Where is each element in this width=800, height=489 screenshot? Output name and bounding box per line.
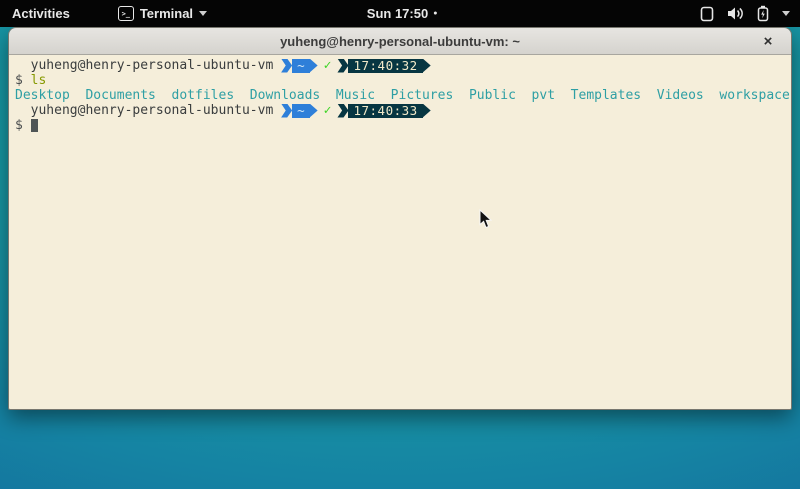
prompt-line-2: yuheng@henry-personal-ubuntu-vm ~ ✓ 17:4… [15, 103, 789, 118]
directory-name: Music [336, 88, 375, 103]
powerline-arrow-icon [310, 104, 318, 118]
text-cursor [31, 119, 38, 132]
clock-button[interactable]: Sun 17:50 ● [367, 0, 438, 27]
prompt-symbol: $ [15, 73, 31, 88]
notification-dot-icon: ● [433, 10, 437, 17]
directory-name: Public [469, 88, 516, 103]
prompt-time-segment: 17:40:32 [348, 59, 422, 73]
directory-name: Desktop [15, 88, 70, 103]
directory-name: workspace [719, 88, 789, 103]
topbar-left-section: Activities >_ Terminal [0, 0, 215, 27]
prompt-time-segment: 17:40:33 [348, 104, 422, 118]
app-menu-caret-icon [199, 11, 207, 16]
top-bar: Activities >_ Terminal Sun 17:50 ● [0, 0, 800, 27]
terminal-screen[interactable]: yuheng@henry-personal-ubuntu-vm ~ ✓ 17:4… [9, 55, 791, 409]
check-icon: ✓ [324, 58, 332, 73]
battery-charging-icon [757, 5, 769, 22]
directory-name: Pictures [391, 88, 454, 103]
check-icon: ✓ [324, 103, 332, 118]
system-menu-caret-icon [782, 11, 790, 16]
window-titlebar[interactable]: yuheng@henry-personal-ubuntu-vm: ~ × [9, 28, 791, 55]
app-menu-button[interactable]: >_ Terminal [110, 0, 215, 27]
directory-name: Templates [571, 88, 641, 103]
prompt-user-host: yuheng@henry-personal-ubuntu-vm [15, 103, 281, 118]
directory-name: Documents [85, 88, 155, 103]
powerline-arrow-icon [423, 59, 431, 73]
prompt-cwd-segment: ~ [292, 104, 310, 118]
prompt-user-host: yuheng@henry-personal-ubuntu-vm [15, 58, 281, 73]
powerline-arrow-icon [310, 59, 318, 73]
terminal-window: yuheng@henry-personal-ubuntu-vm: ~ × yuh… [8, 27, 792, 410]
powerline-arrow-icon [337, 59, 348, 73]
activities-button[interactable]: Activities [0, 0, 82, 27]
close-button[interactable]: × [759, 32, 777, 50]
powerline-arrow-icon [281, 59, 292, 73]
typed-command: ls [31, 73, 47, 88]
prompt-symbol: $ [15, 118, 31, 133]
clock-label: Sun 17:50 [367, 6, 428, 21]
directory-name: dotfiles [172, 88, 235, 103]
ls-output-line: Desktop Documents dotfiles Downloads Mus… [15, 88, 789, 103]
directory-name: Videos [657, 88, 704, 103]
directory-name: Downloads [250, 88, 320, 103]
powerline-arrow-icon [337, 104, 348, 118]
display-icon [700, 6, 714, 22]
prompt-cwd-segment: ~ [292, 59, 310, 73]
powerline-arrow-icon [281, 104, 292, 118]
command-line: $ ls [15, 73, 789, 88]
window-title: yuheng@henry-personal-ubuntu-vm: ~ [280, 34, 520, 49]
terminal-app-icon: >_ [118, 6, 134, 21]
volume-icon [727, 6, 744, 21]
system-status-area[interactable] [696, 0, 794, 27]
powerline-arrow-icon [423, 104, 431, 118]
prompt-line-1: yuheng@henry-personal-ubuntu-vm ~ ✓ 17:4… [15, 58, 789, 73]
close-icon: × [764, 34, 773, 49]
directory-name: pvt [532, 88, 555, 103]
app-menu-label: Terminal [140, 6, 193, 21]
current-prompt-line: $ [15, 118, 789, 133]
activities-label: Activities [12, 6, 70, 21]
